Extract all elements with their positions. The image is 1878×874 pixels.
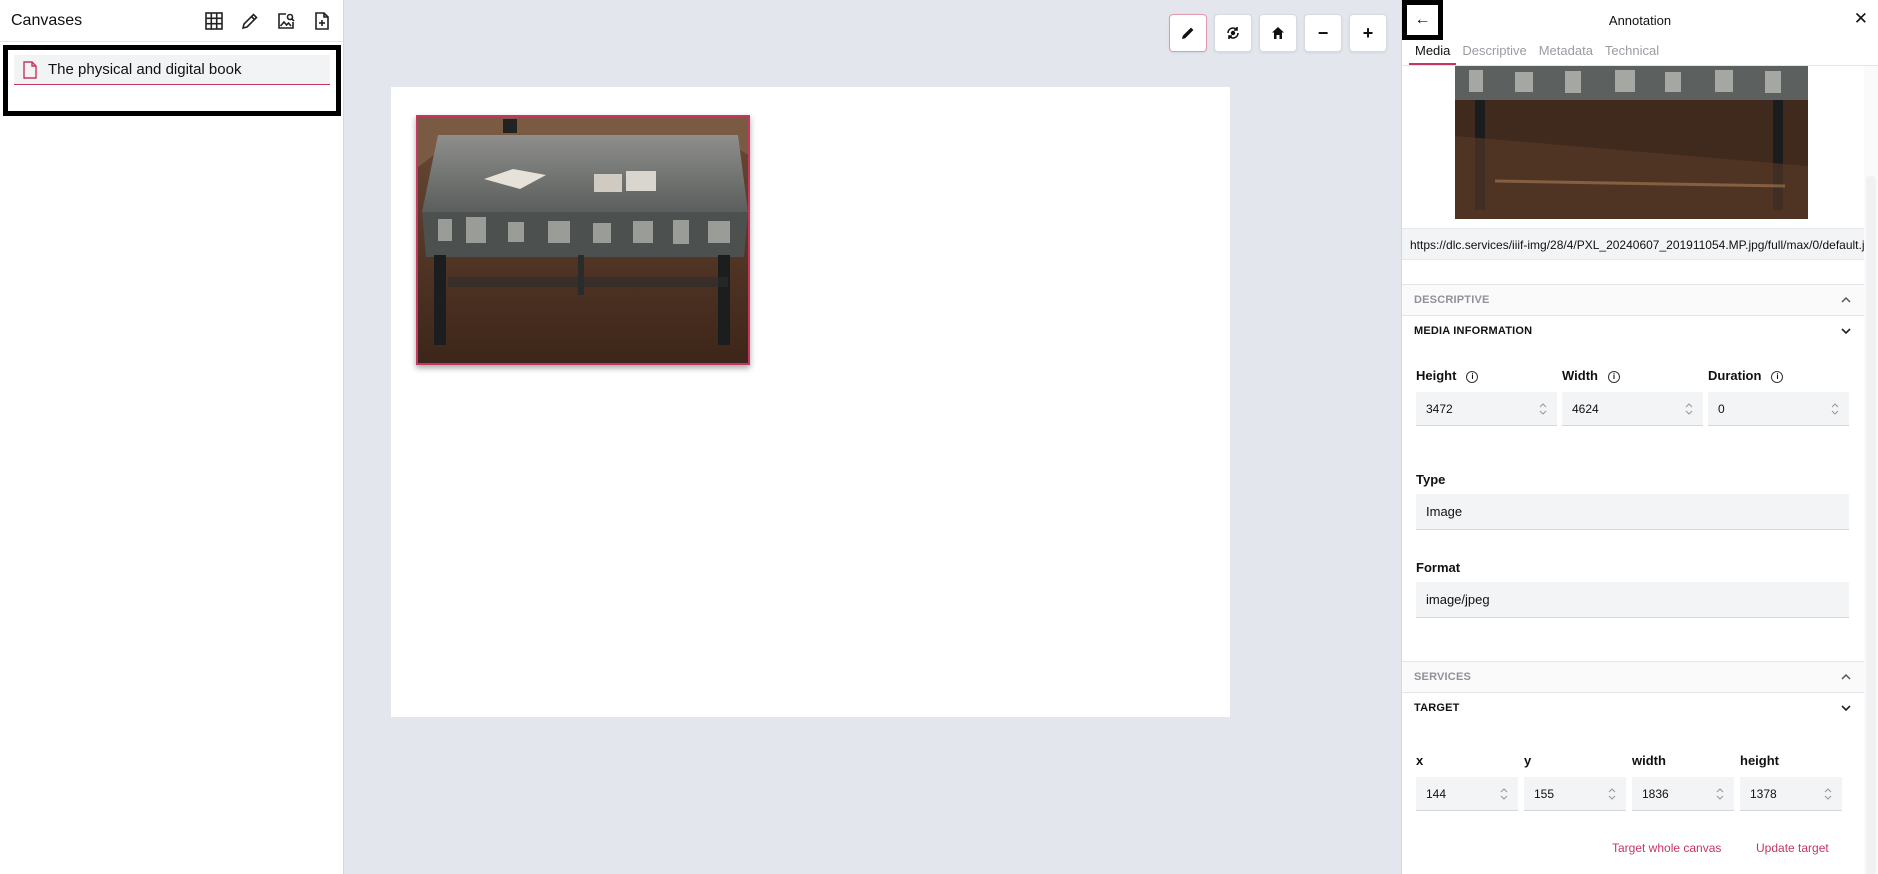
sidebar-header: Canvases [0, 0, 343, 42]
panel-scrollbar[interactable] [1864, 66, 1878, 874]
tab-technical[interactable]: Technical [1599, 40, 1665, 65]
stepper-icon[interactable] [1539, 402, 1547, 416]
tab-media[interactable]: Media [1409, 40, 1457, 65]
canvas-workspace: − + [344, 0, 1401, 874]
target-y-value: 155 [1534, 787, 1555, 801]
section-services-label: SERVICES [1414, 671, 1472, 683]
format-label: Format [1416, 560, 1461, 575]
canvas-page [391, 87, 1230, 717]
chevron-up-icon [1841, 673, 1851, 680]
add-file-icon[interactable] [311, 10, 333, 32]
type-input[interactable]: Image [1416, 494, 1849, 530]
stepper-icon[interactable] [1716, 787, 1724, 801]
rotate-button[interactable] [1214, 14, 1252, 52]
tab-descriptive[interactable]: Descriptive [1456, 40, 1532, 65]
pencil-icon[interactable] [239, 10, 261, 32]
info-icon[interactable]: i [1607, 371, 1620, 383]
target-x-label: x [1416, 753, 1424, 768]
width-value: 4624 [1572, 402, 1599, 416]
zoom-out-button[interactable]: − [1304, 14, 1342, 52]
canvas-list: The physical and digital book [3, 45, 341, 116]
info-icon[interactable]: i [1466, 371, 1479, 383]
grid-icon[interactable] [203, 10, 225, 32]
canvas-list-item[interactable]: The physical and digital book [14, 55, 330, 85]
width-label: Width i [1562, 368, 1620, 383]
section-descriptive[interactable]: DESCRIPTIVE [1402, 284, 1864, 315]
chevron-down-icon [1841, 328, 1851, 335]
canvases-sidebar: Canvases The physical and digital book [0, 0, 344, 874]
panel-tabs: Media Descriptive Metadata Technical [1402, 40, 1878, 66]
document-icon [23, 60, 37, 79]
sidebar-title: Canvases [11, 11, 83, 29]
section-target-label: TARGET [1414, 702, 1460, 714]
height-label-text: Height [1416, 368, 1457, 383]
target-width-label: width [1632, 753, 1666, 768]
stepper-icon[interactable] [1831, 402, 1839, 416]
width-input[interactable]: 4624 [1562, 392, 1703, 426]
duration-label: Duration i [1708, 368, 1784, 383]
zoom-out-icon: − [1317, 22, 1329, 43]
scrollbar-thumb[interactable] [1866, 176, 1876, 874]
target-height-value: 1378 [1750, 787, 1777, 801]
annotation-media-image[interactable] [416, 115, 750, 365]
format-input[interactable]: image/jpeg [1416, 582, 1849, 618]
stepper-icon[interactable] [1685, 402, 1693, 416]
stepper-icon[interactable] [1824, 787, 1832, 801]
canvas-item-label: The physical and digital book [48, 61, 242, 78]
arrow-left-icon: ← [1414, 11, 1431, 28]
section-media-information-label: MEDIA INFORMATION [1414, 325, 1533, 337]
sidebar-actions [203, 10, 333, 32]
type-label: Type [1416, 472, 1446, 487]
update-target-button[interactable]: Update target [1756, 841, 1829, 855]
height-input[interactable]: 3472 [1416, 392, 1557, 426]
media-url-field[interactable]: https://dlc.services/iiif-img/28/4/PXL_2… [1402, 228, 1864, 260]
target-whole-canvas-button[interactable]: Target whole canvas [1612, 841, 1721, 855]
section-descriptive-label: DESCRIPTIVE [1414, 294, 1490, 306]
duration-value: 0 [1718, 402, 1725, 416]
target-height-input[interactable]: 1378 [1740, 777, 1842, 811]
height-label: Height i [1416, 368, 1479, 383]
duration-label-text: Duration [1708, 368, 1762, 383]
target-x-value: 144 [1426, 787, 1447, 801]
tab-metadata[interactable]: Metadata [1533, 40, 1599, 65]
pencil-icon [1182, 27, 1194, 39]
chevron-down-icon [1841, 705, 1851, 712]
viewer-toolbar: − + [1169, 14, 1387, 52]
image-search-icon[interactable] [275, 10, 297, 32]
stepper-icon[interactable] [1608, 787, 1616, 801]
annotation-panel: ← Annotation ✕ Media Descriptive Metadat… [1401, 0, 1878, 874]
target-width-value: 1836 [1642, 787, 1669, 801]
info-icon[interactable]: i [1771, 371, 1784, 383]
close-icon[interactable]: ✕ [1854, 10, 1868, 28]
stepper-icon[interactable] [1500, 787, 1508, 801]
section-target[interactable]: TARGET [1402, 692, 1864, 723]
home-button[interactable] [1259, 14, 1297, 52]
width-label-text: Width [1562, 368, 1598, 383]
target-y-label: y [1524, 753, 1532, 768]
home-icon [1272, 27, 1284, 39]
target-height-label: height [1740, 753, 1779, 768]
duration-input[interactable]: 0 [1708, 392, 1849, 426]
zoom-in-icon: + [1362, 22, 1374, 43]
target-x-input[interactable]: 144 [1416, 777, 1518, 811]
back-button[interactable]: ← [1402, 0, 1443, 40]
panel-header: ← Annotation ✕ [1402, 0, 1878, 40]
zoom-in-button[interactable]: + [1349, 14, 1387, 52]
draw-button[interactable] [1169, 14, 1207, 52]
target-width-input[interactable]: 1836 [1632, 777, 1734, 811]
media-thumbnail [1455, 66, 1808, 219]
chevron-up-icon [1841, 296, 1851, 303]
panel-title: Annotation [1608, 12, 1672, 28]
height-value: 3472 [1426, 402, 1453, 416]
target-y-input[interactable]: 155 [1524, 777, 1626, 811]
section-media-information[interactable]: MEDIA INFORMATION [1402, 315, 1864, 346]
rotate-icon [1227, 27, 1239, 39]
section-services[interactable]: SERVICES [1402, 661, 1864, 692]
